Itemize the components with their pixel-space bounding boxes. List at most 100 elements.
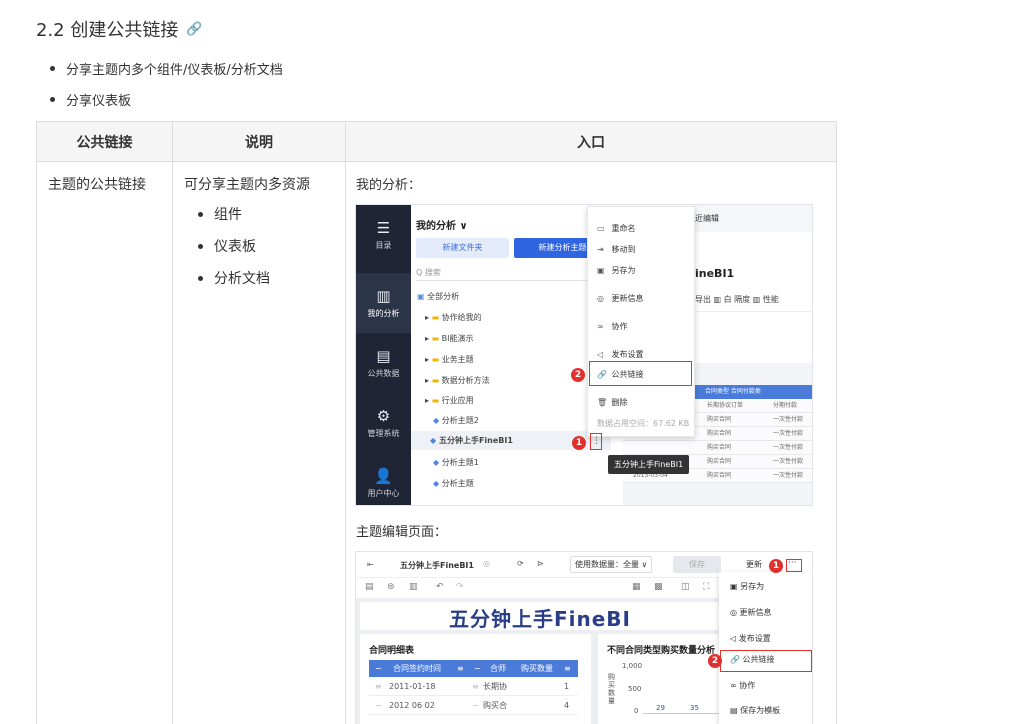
menu-item-save-as[interactable]: ▣ 另存为 [730,581,764,592]
bullet-item: 分享仪表板 [50,90,131,109]
back-icon[interactable]: ⇤ [367,560,374,569]
nav-item-my-analysis[interactable]: ▥ 我的分析 [356,273,411,333]
chart-icon: ▥ [376,287,391,305]
step-badge: 2 [708,654,722,668]
toolbar-text[interactable]: 导出 ▥ 白 隔度 ▥ 性能 [695,294,779,305]
description-cell: 可分享主题内多资源 [184,177,310,193]
link-type-cell: 主题的公共链接 [48,177,146,193]
data-icon: ▤ [376,347,391,365]
share-icon: ∞ [597,322,604,331]
undo-icon[interactable]: ↶ [436,582,444,592]
list-item: 仪表板 [198,236,334,256]
share-icon: ∞ [730,681,737,690]
search-input[interactable]: Q 搜索 [416,264,596,281]
menu-item-update-info[interactable]: ◎ 更新信息 [730,607,772,618]
table-row: ≡ 2011-01-18 ≡ 长期协 1 [369,678,578,696]
menu-item-collaborate[interactable]: ∞ 协作 [730,680,755,691]
menu-item-publish-settings[interactable]: ◁ 发布设置 [730,633,771,644]
tree-item[interactable]: ▸ ▬ BI能演示 [425,333,474,344]
menu-item-rename[interactable]: ▭ 重命名 [597,223,636,234]
info-icon: ◎ [730,608,737,617]
redo-icon[interactable]: ↷ [456,582,464,592]
filter-icon[interactable]: ⊜ [387,582,395,592]
heading-text: 2.2 创建公共链接 [36,20,179,41]
caption-subject-edit: 主题编辑页面： [356,525,448,540]
menu-item-move[interactable]: ⇥ 移动到 [597,244,636,255]
save-as-icon: ▣ [730,582,738,591]
folder-icon: ▬ [431,376,440,385]
bar-chart-card: 不同合同类型购买数量分析 1,000 500 0 购买数量 29 35 [598,634,728,724]
menu-item-publish-settings[interactable]: ◁ 发布设置 [597,349,644,360]
resource-list: 组件 仪表板 分析文档 [184,204,334,288]
panel-title[interactable]: 我的分析 ∨ [416,217,468,232]
rename-icon: ▭ [597,224,605,233]
dashboard-banner: 五分钟上手FineBI [360,602,720,630]
subject-item[interactable]: ◆ 分析主题1 [433,457,479,468]
nav-item-catalog[interactable]: ☰ 目录 [356,205,411,265]
storage-usage: 数据占用空间：67.62 KB [597,419,690,428]
refresh-icon[interactable]: ⟳ [517,559,524,568]
save-as-icon: ▣ [597,266,605,275]
info-icon: ◎ [597,294,604,303]
tree-item[interactable]: ▸ ▬ 数据分析方法 [425,375,490,386]
template-icon: ▤ [730,706,738,715]
section-heading: 2.2 创建公共链接 🔗 [36,16,203,42]
tree-item[interactable]: ▸ ▬ 行业应用 [425,395,474,406]
folder-icon: ▬ [431,396,440,405]
menu-item-save-template[interactable]: ▤ 保存为模板 [730,705,780,716]
step-badge: 2 [571,368,585,382]
more-button[interactable]: ··· [788,558,797,568]
menu-item-save-as[interactable]: ▣ 另存为 [597,265,636,276]
panel-icon[interactable]: ◫ [681,582,690,592]
move-icon: ⇥ [597,245,604,254]
data-volume-select[interactable]: 使用数据量：全量 ∨ [570,556,653,573]
side-nav: ☰ 目录 ▥ 我的分析 ▤ 公共数据 ⚙ 管理系统 👤 用户中心 [356,205,411,505]
user-icon: ◎ [483,559,490,568]
caption-my-analysis: 我的分析： [356,178,422,193]
fullscreen-icon[interactable]: ⛶ [703,582,709,592]
my-analysis-screenshot: ☰ 目录 ▥ 我的分析 ▤ 公共数据 ⚙ 管理系统 👤 用户中心 我的分析 ∨ 新建文件夹… [355,204,813,506]
menu-item-update-info[interactable]: ◎ 更新信息 [597,293,644,304]
data-label: 29 [656,704,665,712]
step-badge: 1 [572,436,586,450]
subject-item[interactable]: ◆ 分析主题 [433,478,474,489]
grid-icon[interactable]: ▩ [654,582,663,592]
axis-label: 购买数量 [608,673,615,705]
more-menu: ▣ 另存为 ◎ 更新信息 ◁ 发布设置 🔗 公共链接 ∞ 协作 ▤ 保存为模板 [719,572,812,724]
detail-table-card: 合同明细表 − 合同签约时间 ≡ − 合师 购买数量 ≡ ≡ 2011-01-1… [360,634,591,724]
table-row: − 2012 06 02 − 购买合 4 [369,697,578,715]
flow-icon[interactable]: ⊳ [537,559,544,568]
component-icon[interactable]: ▤ [365,582,374,592]
table-row: 购买合同 一次性付款 [623,441,812,455]
card-title: 不同合同类型购买数量分析 [607,646,716,656]
layout-icon[interactable]: ▦ [632,582,641,592]
text-icon[interactable]: ▥ [409,582,418,592]
subject-icon: ◆ [430,436,437,445]
folder-icon: ▬ [431,313,440,322]
tree-root[interactable]: ▣ 全部分析 [417,291,459,302]
nav-item-public-data[interactable]: ▤ 公共数据 [356,333,411,393]
subject-item[interactable]: ◆ 分析主题2 [433,415,479,426]
nav-item-user-center[interactable]: 👤 用户中心 [356,453,411,505]
save-button[interactable]: 保存 [673,556,721,573]
subject-icon: ◆ [433,416,440,425]
highlight-public-link [720,650,812,672]
update-button[interactable]: 更新 [746,559,762,570]
subject-icon: ◆ [433,458,440,467]
step-badge: 1 [769,559,783,573]
table-header: 公共链接 [36,121,173,162]
bullet-item: 分享主题内多个组件/仪表板/分析文档 [50,59,283,78]
menu-item-collaborate[interactable]: ∞ 协作 [597,321,628,332]
table-header: − 合同签约时间 ≡ − 合师 购买数量 ≡ [369,660,578,677]
tree-item[interactable]: ▸ ▬ 协作给我的 [425,312,482,323]
nav-item-admin[interactable]: ⚙ 管理系统 [356,393,411,453]
analysis-panel: 我的分析 ∨ 新建文件夹 新建分析主题 Q 搜索 ▣ 全部分析 ▸ ▬ 协作给我… [411,205,611,505]
link-icon[interactable]: 🔗 [186,22,202,37]
gear-icon: ⚙ [376,407,391,425]
axis-tick: 1,000 [622,662,643,670]
menu-item-delete[interactable]: 🗑 删除 [597,397,628,408]
send-icon: ◁ [597,350,604,359]
new-folder-button[interactable]: 新建文件夹 [416,238,509,258]
more-icon[interactable]: ⋮ [592,436,601,446]
tree-item[interactable]: ▸ ▬ 业务主题 [425,354,474,365]
